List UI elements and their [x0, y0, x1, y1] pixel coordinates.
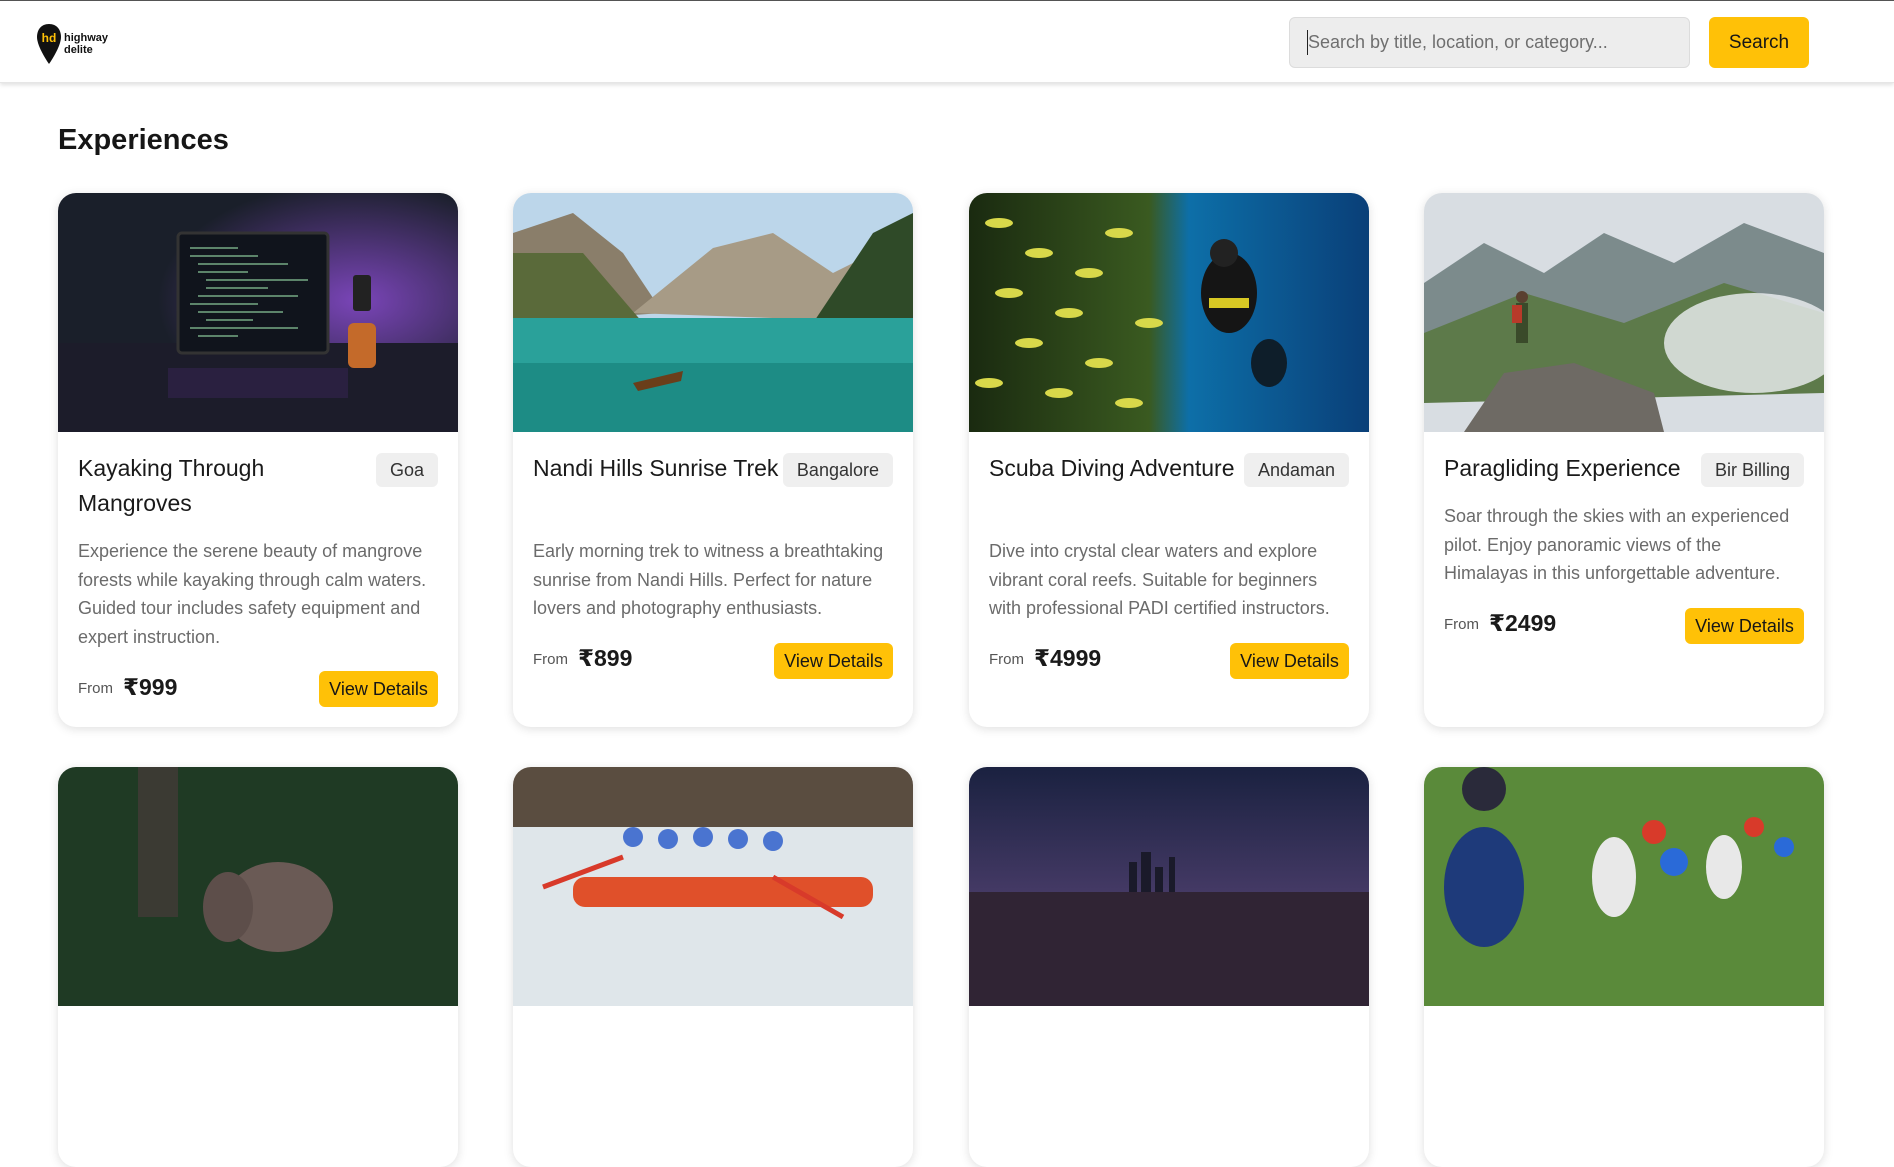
experience-description: Dive into crystal clear waters and explo…	[989, 541, 1330, 618]
experience-title: Paragliding Experience	[1444, 455, 1681, 481]
logo-line-1: highway	[64, 32, 109, 44]
experience-description: Experience the serene beauty of mangrove…	[78, 541, 427, 647]
experience-price: ₹4999	[1034, 645, 1102, 671]
experience-description: Early morning trek to witness a breathta…	[533, 541, 884, 618]
experience-card[interactable]: Scuba Diving Adventure Andaman Dive into…	[969, 193, 1369, 727]
logo-line-2: delite	[64, 44, 93, 56]
experience-image[interactable]	[513, 193, 913, 432]
experience-title: Scuba Diving Adventure	[989, 455, 1235, 481]
experience-card[interactable]: Paragliding Experience Bir Billing Soar …	[1424, 193, 1824, 727]
experience-image[interactable]	[1424, 767, 1824, 1006]
view-details-button[interactable]: View Details	[1230, 643, 1349, 679]
experience-card[interactable]: Kayaking Through Mangroves Goa Experienc…	[58, 193, 458, 727]
svg-text:hd: hd	[42, 31, 57, 45]
view-details-button[interactable]: View Details	[319, 671, 438, 707]
location-badge: Bir Billing	[1700, 453, 1804, 487]
search-button[interactable]: Search	[1709, 17, 1809, 68]
experience-card[interactable]	[1424, 767, 1824, 1167]
experience-description: Soar through the skies with an experienc…	[1444, 506, 1790, 583]
location-badge: Andaman	[1243, 453, 1349, 487]
text-caret	[1307, 30, 1308, 55]
view-details-button[interactable]: View Details	[774, 643, 893, 679]
experience-price: ₹2499	[1489, 610, 1557, 636]
experience-card[interactable]	[58, 767, 458, 1167]
experience-title: Kayaking Through Mangroves	[78, 455, 265, 516]
location-badge: Goa	[375, 453, 438, 487]
location-badge: Bangalore	[782, 453, 893, 487]
experience-card[interactable]	[969, 767, 1369, 1167]
experience-image[interactable]	[513, 767, 913, 1006]
experience-card[interactable]	[513, 767, 913, 1167]
experience-price: ₹999	[123, 674, 178, 700]
price-prefix: From	[78, 680, 113, 697]
map-pin-logo-icon: hd	[37, 24, 61, 64]
experience-image[interactable]	[58, 193, 458, 432]
highway-delite-logo[interactable]: hd highway delite	[36, 23, 126, 67]
experience-title: Nandi Hills Sunrise Trek	[533, 455, 779, 481]
experience-image[interactable]	[969, 767, 1369, 1006]
price-prefix: From	[533, 651, 568, 668]
experience-card[interactable]: Nandi Hills Sunrise Trek Bangalore Early…	[513, 193, 913, 727]
search-input[interactable]	[1289, 17, 1690, 68]
logo-wordmark: highway delite	[64, 32, 108, 56]
top-navbar: hd highway delite Search	[0, 1, 1894, 83]
view-details-button[interactable]: View Details	[1685, 608, 1804, 644]
page-title: Experiences	[58, 124, 229, 156]
experience-image[interactable]	[58, 767, 458, 1006]
price-prefix: From	[1444, 616, 1479, 633]
experience-image[interactable]	[1424, 193, 1824, 432]
price-prefix: From	[989, 651, 1024, 668]
experience-image[interactable]	[969, 193, 1369, 432]
experience-price: ₹899	[578, 645, 633, 671]
